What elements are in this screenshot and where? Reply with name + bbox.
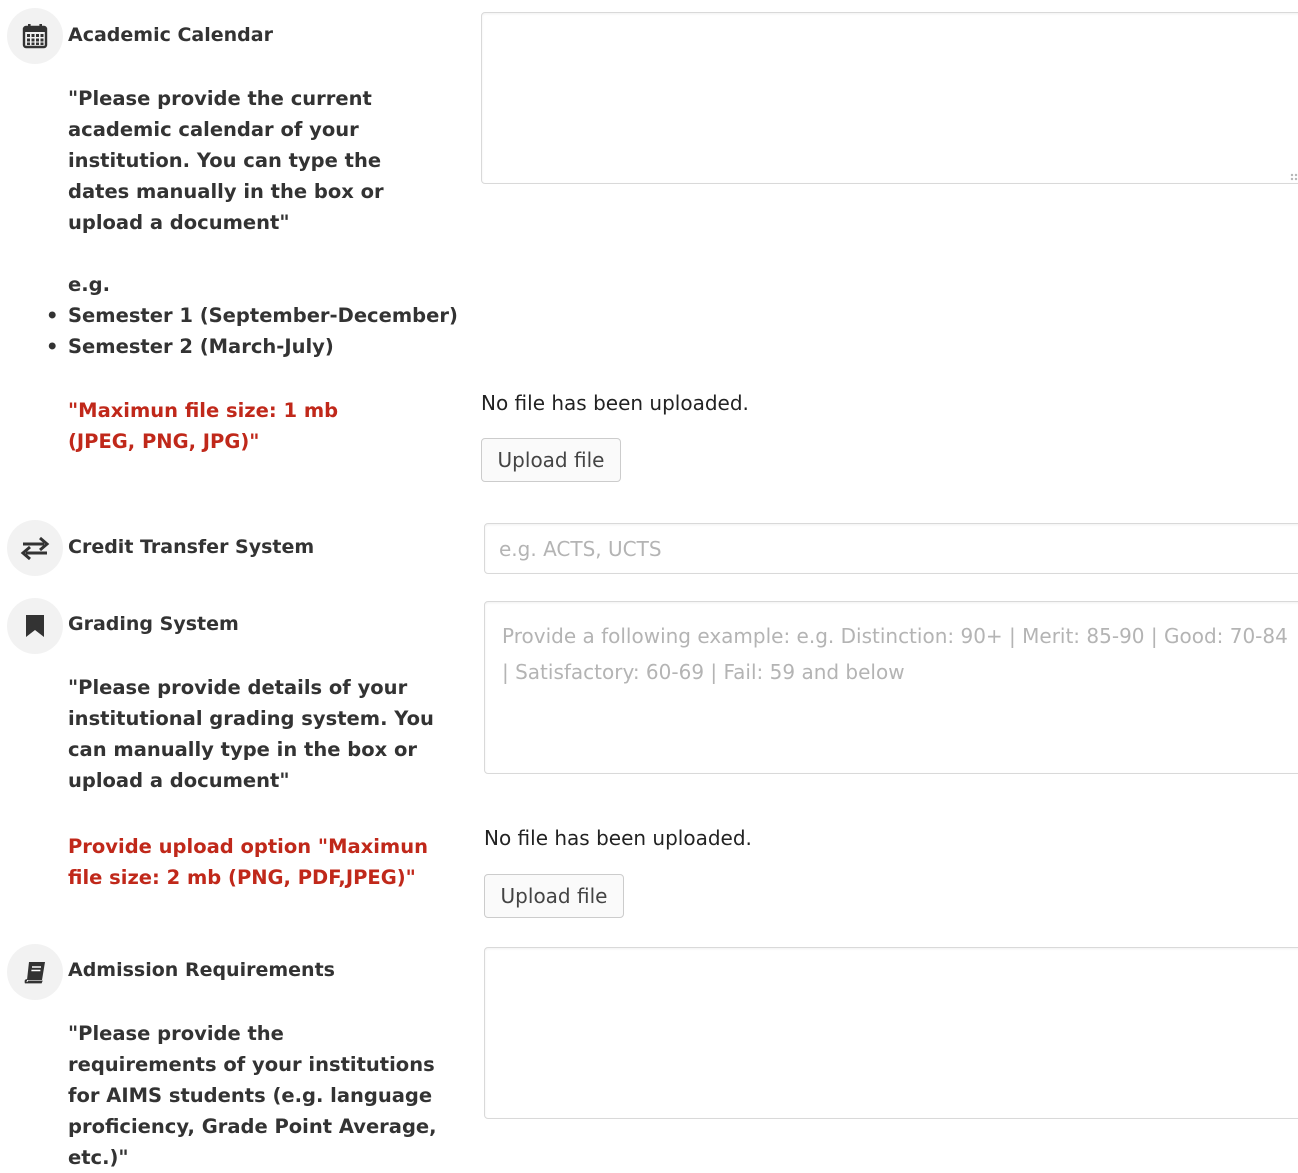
book-icon-wrap: [7, 944, 63, 1000]
bookmark-icon-wrap: [7, 598, 63, 654]
bookmark-icon: [26, 615, 44, 637]
transfer-arrows-icon: [20, 536, 50, 560]
academic-calendar-title: Academic Calendar: [68, 24, 273, 46]
list-item: Semester 2 (March-July): [68, 331, 458, 362]
academic-calendar-upload-status: No file has been uploaded.: [481, 391, 749, 415]
credit-transfer-title: Credit Transfer System: [68, 536, 315, 558]
admission-requirements-description: "Please provide the requirements of your…: [68, 1022, 437, 1169]
transfer-icon-wrap: [7, 520, 63, 576]
calendar-icon: [22, 24, 48, 49]
grading-system-title: Grading System: [68, 613, 239, 635]
grading-system-upload-button[interactable]: Upload file: [484, 874, 624, 918]
list-item: Semester 1 (September-December): [68, 300, 458, 331]
example-list: Semester 1 (September-December) Semester…: [68, 300, 458, 362]
grading-system-textarea[interactable]: Provide a following example: e.g. Distin…: [484, 601, 1298, 774]
admission-requirements-textarea[interactable]: [484, 947, 1298, 1119]
credit-transfer-placeholder: e.g. ACTS, UCTS: [499, 537, 662, 561]
academic-calendar-textarea[interactable]: [481, 12, 1298, 184]
grading-placeholder-line-1: Provide a following example: e.g. Distin…: [502, 624, 1288, 648]
academic-calendar-description: "Please provide the current academic cal…: [68, 87, 384, 234]
admission-requirements-title: Admission Requirements: [68, 959, 335, 981]
calendar-icon-wrap: [7, 8, 63, 64]
resize-grip-icon[interactable]: [1290, 173, 1298, 181]
grading-system-file-note: Provide upload option "Maximun file size…: [68, 835, 428, 889]
grading-placeholder-line-2: | Satisfactory: 60-69 | Fail: 59 and bel…: [502, 660, 905, 684]
academic-calendar-upload-button[interactable]: Upload file: [481, 438, 621, 482]
grading-system-upload-status: No file has been uploaded.: [484, 826, 752, 850]
credit-transfer-input[interactable]: e.g. ACTS, UCTS: [484, 523, 1298, 574]
academic-calendar-file-note: "Maximun file size: 1 mb (JPEG, PNG, JPG…: [68, 399, 339, 453]
grading-system-description: "Please provide details of your institut…: [68, 676, 434, 792]
example-label: e.g.: [68, 273, 110, 296]
book-icon: [24, 962, 45, 984]
